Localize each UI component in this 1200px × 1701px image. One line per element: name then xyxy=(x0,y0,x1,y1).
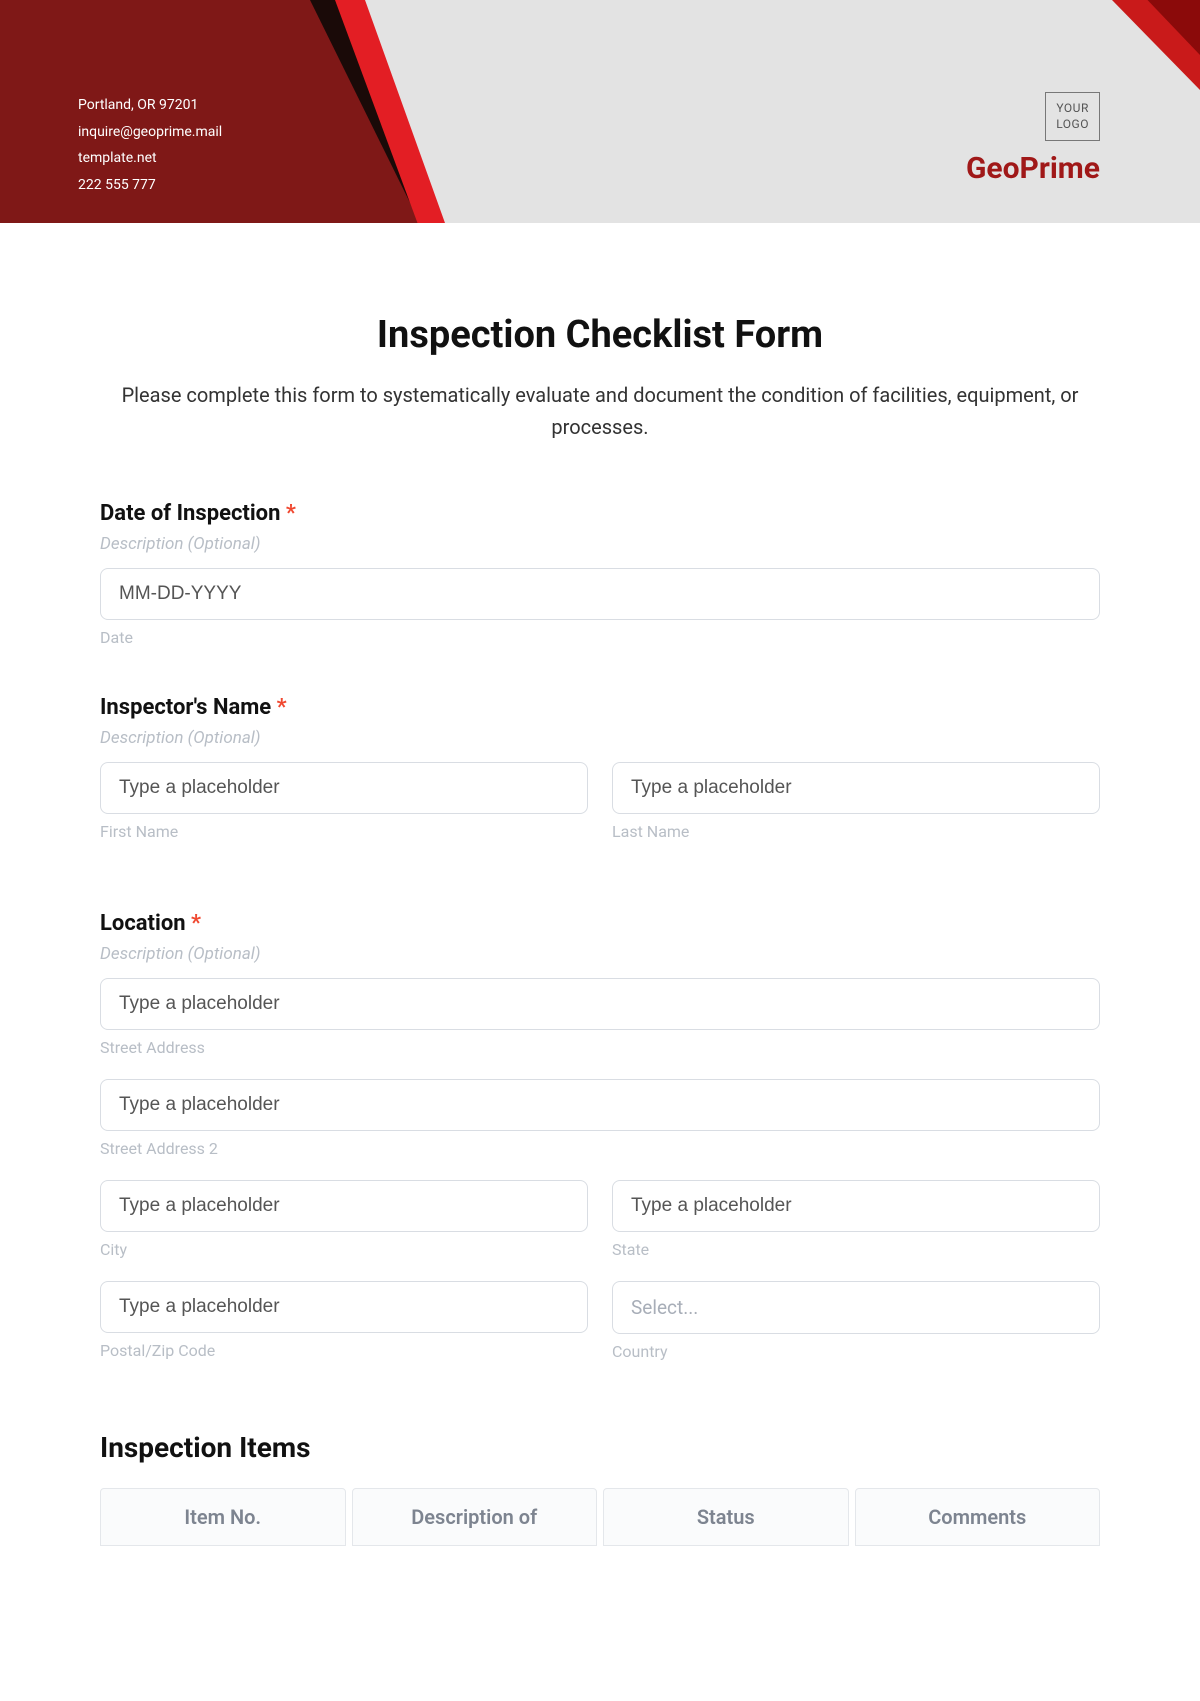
field-label: Date of Inspection * xyxy=(100,501,1100,526)
field-description: Description (Optional) xyxy=(100,534,1100,554)
field-sublabel: Country xyxy=(612,1342,1100,1361)
company-email: inquire@geoprime.mail xyxy=(78,119,222,146)
field-date-of-inspection: Date of Inspection * Description (Option… xyxy=(100,501,1100,647)
form-content: Inspection Checklist Form Please complet… xyxy=(0,223,1200,1566)
table-header-status: Status xyxy=(603,1488,849,1546)
company-name: GeoPrime xyxy=(966,151,1100,186)
field-description: Description (Optional) xyxy=(100,944,1100,964)
first-name-input[interactable] xyxy=(100,762,588,814)
table-header-description: Description of xyxy=(352,1488,598,1546)
field-sublabel: Postal/Zip Code xyxy=(100,1341,588,1360)
street-address-input[interactable] xyxy=(100,978,1100,1030)
required-asterisk: * xyxy=(191,911,201,936)
state-input[interactable] xyxy=(612,1180,1100,1232)
required-asterisk: * xyxy=(277,695,287,720)
required-asterisk: * xyxy=(286,501,296,526)
company-address: Portland, OR 97201 xyxy=(78,92,222,119)
field-inspector-name: Inspector's Name * Description (Optional… xyxy=(100,695,1100,863)
company-phone: 222 555 777 xyxy=(78,172,222,199)
field-sublabel: First Name xyxy=(100,822,588,841)
last-name-input[interactable] xyxy=(612,762,1100,814)
field-location: Location * Description (Optional) Street… xyxy=(100,911,1100,1383)
field-sublabel: Last Name xyxy=(612,822,1100,841)
company-contact-info: Portland, OR 97201 inquire@geoprime.mail… xyxy=(78,92,222,198)
field-label: Location * xyxy=(100,911,1100,936)
inspection-items-table-header: Item No. Description of Status Comments xyxy=(100,1488,1100,1546)
company-website: template.net xyxy=(78,145,222,172)
street-address-2-input[interactable] xyxy=(100,1079,1100,1131)
form-subtitle: Please complete this form to systematica… xyxy=(100,379,1100,443)
header-branding: YOURLOGO GeoPrime xyxy=(966,92,1100,186)
field-sublabel: State xyxy=(612,1240,1100,1259)
field-description: Description (Optional) xyxy=(100,728,1100,748)
field-sublabel: City xyxy=(100,1240,588,1259)
field-sublabel: Date xyxy=(100,628,1100,647)
postal-code-input[interactable] xyxy=(100,1281,588,1333)
form-title: Inspection Checklist Form xyxy=(100,313,1100,357)
document-header: Portland, OR 97201 inquire@geoprime.mail… xyxy=(0,0,1200,223)
date-input[interactable] xyxy=(100,568,1100,620)
table-header-comments: Comments xyxy=(855,1488,1101,1546)
logo-placeholder: YOURLOGO xyxy=(1045,92,1100,141)
field-label: Inspector's Name * xyxy=(100,695,1100,720)
field-sublabel: Street Address 2 xyxy=(100,1139,1100,1158)
table-header-item-no: Item No. xyxy=(100,1488,346,1546)
section-inspection-items: Inspection Items xyxy=(100,1431,1100,1464)
country-select[interactable]: Select... xyxy=(612,1281,1100,1334)
city-input[interactable] xyxy=(100,1180,588,1232)
field-sublabel: Street Address xyxy=(100,1038,1100,1057)
